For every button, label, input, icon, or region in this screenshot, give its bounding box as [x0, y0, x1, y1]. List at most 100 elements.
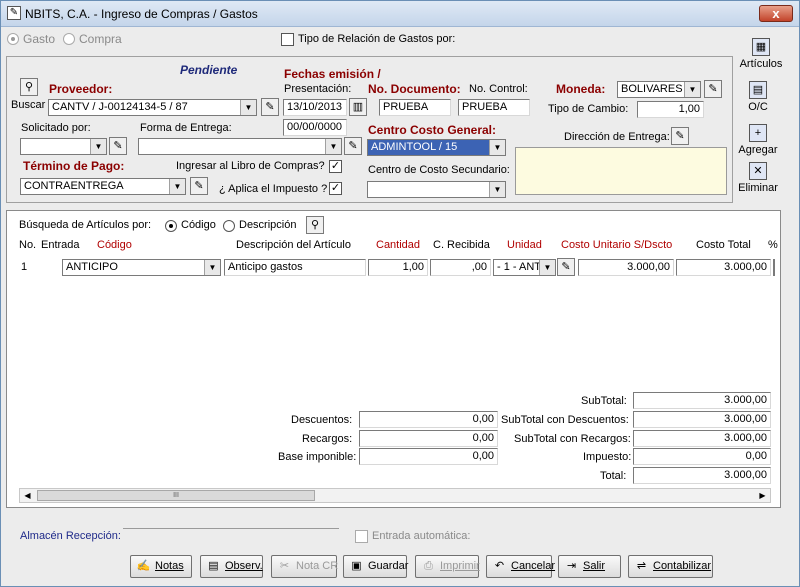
cancelar-button[interactable]: ↶ Cancelar — [486, 555, 555, 578]
add-icon: + — [749, 124, 767, 142]
busqueda-label: Búsqueda de Artículos por: — [19, 219, 152, 231]
window-title: NBITS, C.A. - Ingreso de Compras / Gasto… — [25, 7, 258, 21]
entrada-auto-checkbox[interactable] — [355, 530, 368, 543]
compra-label: Compra — [79, 32, 122, 46]
codigo-radio[interactable] — [165, 220, 177, 232]
agregar-button[interactable]: + Agregar — [728, 124, 788, 156]
row-cantidad-field[interactable]: 1,00 — [368, 259, 428, 276]
compra-radio[interactable] — [63, 33, 75, 45]
descripcion-radio-label: Descripción — [239, 219, 297, 231]
sub-desc-label: SubTotal con Descuentos: — [501, 414, 629, 426]
imprimir-button[interactable]: ⎙ Imprimir — [415, 555, 480, 578]
moneda-combo[interactable]: BOLIVARES ▼ — [617, 81, 701, 98]
moneda-label: Moneda: — [556, 82, 606, 96]
row-codigo-combo[interactable]: ANTICIPO ▼ — [62, 259, 221, 276]
centro-costo-combo[interactable]: ADMINTOOL / 15 ▼ — [367, 139, 506, 156]
chevron-down-icon: ▼ — [240, 100, 256, 115]
close-button[interactable]: x — [759, 5, 793, 22]
termino-combo[interactable]: CONTRAENTREGA ▼ — [20, 178, 186, 195]
scroll-right-icon[interactable]: ▶ — [755, 489, 770, 502]
impuesto-field: 0,00 — [633, 448, 771, 465]
proveedor-label: Proveedor: — [49, 82, 113, 96]
buscar-proveedor-icon[interactable]: ⚲ — [20, 78, 38, 96]
descuentos-label: Descuentos: — [291, 414, 353, 426]
row-unidad-combo[interactable]: - 1 - ANT ▼ — [493, 259, 556, 276]
recargos-label: Recargos: — [302, 433, 353, 445]
row-total-field[interactable]: 3.000,00 — [676, 259, 771, 276]
fecha-secundaria-field[interactable]: 00/00/0000 — [283, 119, 347, 136]
almacen-label: Almacén Recepción: — [20, 530, 121, 542]
almacen-field[interactable] — [123, 528, 339, 529]
row-costo-field[interactable]: 3.000,00 — [578, 259, 674, 276]
printer-icon: ⎙ — [424, 560, 433, 572]
tipo-relacion-checkbox[interactable] — [281, 33, 294, 46]
edit-termino-icon[interactable]: ✎ — [190, 177, 208, 195]
tipo-cambio-field[interactable]: 1,00 — [637, 101, 704, 118]
control-field[interactable]: PRUEBA — [458, 99, 530, 116]
row-descripcion-field[interactable]: Anticipo gastos — [224, 259, 366, 276]
presentacion-label: Presentación: — [284, 83, 352, 95]
edit-proveedor-icon[interactable]: ✎ — [261, 98, 279, 116]
solicitado-label: Solicitado por: — [21, 122, 91, 134]
col-pct: % — [768, 239, 778, 251]
libro-checkbox[interactable]: ✓ — [329, 160, 342, 173]
observ-button[interactable]: ▤ Observ. — [200, 555, 263, 578]
fechas-label: Fechas emisión / — [284, 67, 381, 81]
col-total: Costo Total — [696, 239, 751, 251]
edit-forma-entrega-icon[interactable]: ✎ — [344, 137, 362, 155]
chevron-down-icon: ▼ — [684, 82, 700, 97]
articulos-button[interactable]: ▦ Artículos — [731, 38, 791, 70]
edit-solicitado-icon[interactable]: ✎ — [109, 137, 127, 155]
edit-direccion-icon[interactable]: ✎ — [671, 127, 689, 145]
forma-entrega-label: Forma de Entrega: — [140, 122, 232, 134]
col-entrada: Entrada — [41, 239, 80, 251]
forma-entrega-combo[interactable]: ▼ — [138, 138, 342, 155]
contabilizar-button[interactable]: ⇌ Contabilizar — [628, 555, 713, 578]
notepad-icon: ▤ — [208, 560, 219, 572]
descuentos-field[interactable]: 0,00 — [359, 411, 498, 428]
scroll-left-icon[interactable]: ◀ — [20, 489, 35, 502]
nota-cr-button[interactable]: ✂ Nota CR — [271, 555, 338, 578]
proveedor-combo[interactable]: CANTV / J-00124134-5 / 87 ▼ — [48, 99, 257, 116]
chevron-down-icon: ▼ — [489, 182, 505, 197]
total-field: 3.000,00 — [633, 467, 771, 484]
solicitado-combo[interactable]: ▼ — [20, 138, 107, 155]
col-unidad: Unidad — [507, 239, 542, 251]
tipo-cambio-label: Tipo de Cambio: — [548, 103, 629, 115]
direccion-textarea[interactable] — [515, 147, 727, 195]
edit-unidad-icon[interactable]: ✎ — [557, 258, 575, 276]
centro-costo-sec-combo[interactable]: ▼ — [367, 181, 506, 198]
control-label: No. Control: — [469, 83, 528, 95]
documento-field[interactable]: PRUEBA — [379, 99, 451, 116]
delete-icon: ✕ — [749, 162, 767, 180]
search-icon[interactable]: ⚲ — [306, 216, 324, 234]
subtotal-label: SubTotal: — [581, 395, 627, 407]
sub-rec-label: SubTotal con Recargos: — [514, 433, 631, 445]
buscar-label: Buscar — [11, 99, 46, 111]
row-recibida-field[interactable]: ,00 — [430, 259, 491, 276]
gasto-radio[interactable] — [7, 33, 19, 45]
salir-button[interactable]: ⇥ Salir — [558, 555, 621, 578]
subtotal-field: 3.000,00 — [633, 392, 771, 409]
descripcion-radio[interactable] — [223, 220, 235, 232]
calendar-icon[interactable]: ▥ — [349, 98, 367, 116]
col-costo: Costo Unitario S/Dscto — [561, 239, 673, 251]
guardar-button[interactable]: ▣ Guardar — [343, 555, 408, 578]
edit-moneda-icon[interactable]: ✎ — [704, 80, 722, 98]
base-label: Base imponible: — [278, 451, 357, 463]
eliminar-button[interactable]: ✕ Eliminar — [728, 162, 788, 194]
notas-button[interactable]: ✍ Notas — [130, 555, 192, 578]
col-no: No. — [19, 239, 37, 251]
horizontal-scrollbar[interactable]: ◀ III ▶ — [19, 488, 771, 503]
impuesto-checkbox[interactable]: ✓ — [329, 182, 342, 195]
chevron-down-icon: ▼ — [539, 260, 555, 275]
presentacion-field[interactable]: 13/10/2013 — [283, 99, 347, 116]
scroll-thumb[interactable]: III — [37, 490, 315, 501]
status-label: Pendiente — [180, 63, 238, 77]
title-bar: ✎ NBITS, C.A. - Ingreso de Compras / Gas… — [1, 1, 799, 27]
total-label: Total: — [600, 470, 627, 482]
recargos-field[interactable]: 0,00 — [359, 430, 498, 447]
oc-button[interactable]: ▤ O/C — [728, 81, 788, 113]
sub-rec-field: 3.000,00 — [633, 430, 771, 447]
entrada-auto-label: Entrada automática: — [372, 530, 471, 542]
